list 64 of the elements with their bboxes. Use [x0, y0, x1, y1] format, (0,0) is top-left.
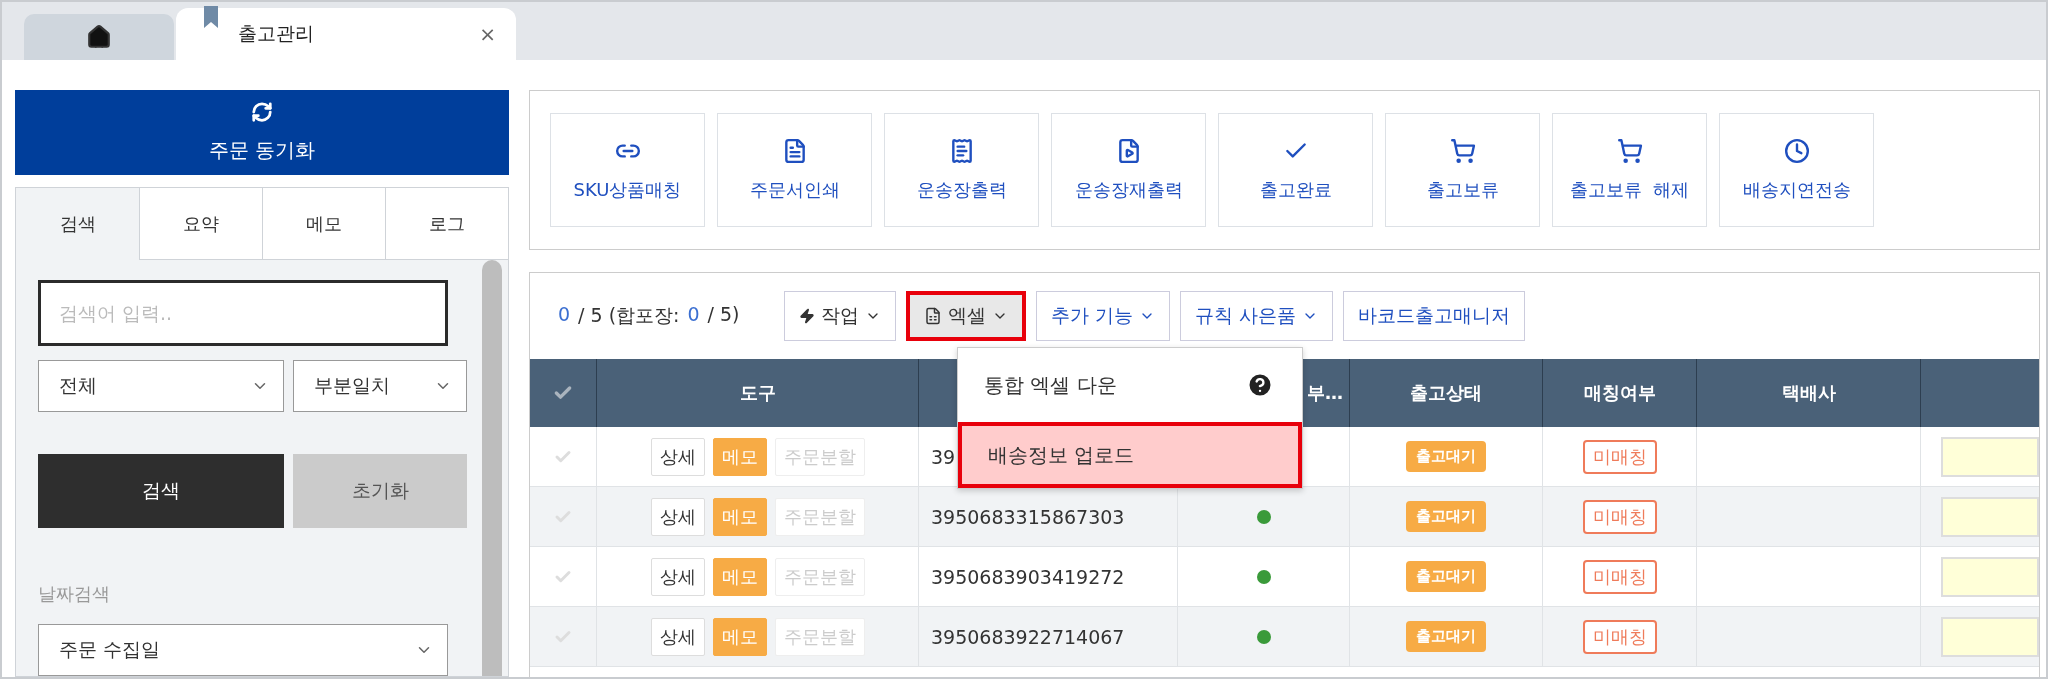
action-button[interactable]: 운송장출력 [884, 113, 1039, 227]
table-cell: 3950683903419272 [918, 547, 1177, 607]
action-button[interactable]: 배송지연전송 [1719, 113, 1874, 227]
status-badge: 출고대기 [1406, 621, 1486, 652]
matching-badge: 미매칭 [1582, 619, 1657, 654]
menu-item[interactable]: 배송정보 업로드 [958, 422, 1302, 488]
input-field[interactable] [1941, 496, 2039, 537]
sync-button[interactable]: 주문 동기화 [15, 90, 509, 175]
column-header: 택배사 [1696, 359, 1920, 427]
action-button[interactable]: 출고보류 [1385, 113, 1540, 227]
date-select[interactable]: 주문 수집일 [38, 624, 448, 676]
date-search-label: 날짜검색 [38, 582, 111, 606]
detail-button[interactable]: 상세 [650, 617, 705, 656]
input-field[interactable] [1941, 616, 2039, 657]
status-badge: 출고대기 [1406, 441, 1486, 472]
matching-badge: 미매칭 [1582, 439, 1657, 474]
detail-button[interactable]: 상세 [650, 437, 705, 476]
toolbar-button[interactable]: 바코드출고매니저 [1342, 291, 1525, 341]
input-field[interactable] [1941, 556, 2039, 597]
toolbar-button[interactable]: 추가 기능 [1035, 291, 1170, 341]
select-field[interactable]: 부분일치 [293, 360, 467, 412]
toolbar-button[interactable]: 규칙 사은품 [1179, 291, 1333, 341]
table-cell: 3950683922714067 [918, 607, 1177, 667]
action-button[interactable]: 출고보류 해제 [1552, 113, 1707, 227]
lightning-icon [798, 308, 815, 324]
sidebar-tab[interactable]: 요약 [139, 188, 262, 260]
column-header: 도구 [596, 359, 918, 427]
detail-button[interactable]: 상세 [650, 557, 705, 596]
bookmark-icon [204, 6, 218, 28]
matching-badge: 미매칭 [1582, 499, 1657, 534]
cart-icon [1449, 138, 1476, 164]
action-button[interactable]: 주문서인쇄 [717, 113, 872, 227]
home-icon [86, 24, 112, 50]
input-field[interactable] [1941, 436, 2039, 477]
status-badge: 출고대기 [1406, 561, 1486, 592]
refresh-icon [251, 101, 273, 123]
search-field[interactable]: 검색어 입력.. [38, 280, 448, 346]
toolbar-button[interactable]: 엑셀 [905, 291, 1026, 341]
action-button[interactable]: 출고완료 [1218, 113, 1373, 227]
status-badge: 출고대기 [1406, 501, 1486, 532]
matching-badge: 미매칭 [1582, 559, 1657, 594]
spreadsheet-icon [923, 307, 942, 325]
page-tab[interactable]: 출고관리 × [176, 8, 516, 60]
tab-label: 출고관리 [238, 21, 314, 46]
sidebar-tab[interactable]: 메모 [262, 188, 385, 260]
clock-icon [1783, 138, 1810, 164]
help-icon [1246, 371, 1274, 399]
action-button[interactable]: 운송장재출력 [1051, 113, 1206, 227]
table-cell: 3950683315867303 [918, 487, 1177, 547]
column-header[interactable] [530, 359, 596, 427]
toolbar-button[interactable]: 작업 [783, 291, 896, 341]
search-button[interactable]: 검색 [38, 454, 284, 528]
sidebar-tab[interactable]: 로그 [385, 188, 508, 260]
column-header: 출고상태 [1349, 359, 1542, 427]
select-field[interactable]: 전체 [38, 360, 284, 412]
cart-icon [1616, 138, 1643, 164]
action-button[interactable]: SKU상품매칭 [550, 113, 705, 227]
close-icon[interactable]: × [479, 22, 496, 46]
home-tab[interactable] [24, 14, 174, 60]
reset-button[interactable]: 초기화 [293, 454, 467, 528]
scrollbar[interactable] [482, 260, 502, 676]
column-header: 매칭여부 [1542, 359, 1696, 427]
order-count: 0 / 5 (합포장: 0 / 5) [558, 303, 740, 328]
detail-button[interactable]: 상세 [650, 497, 705, 536]
